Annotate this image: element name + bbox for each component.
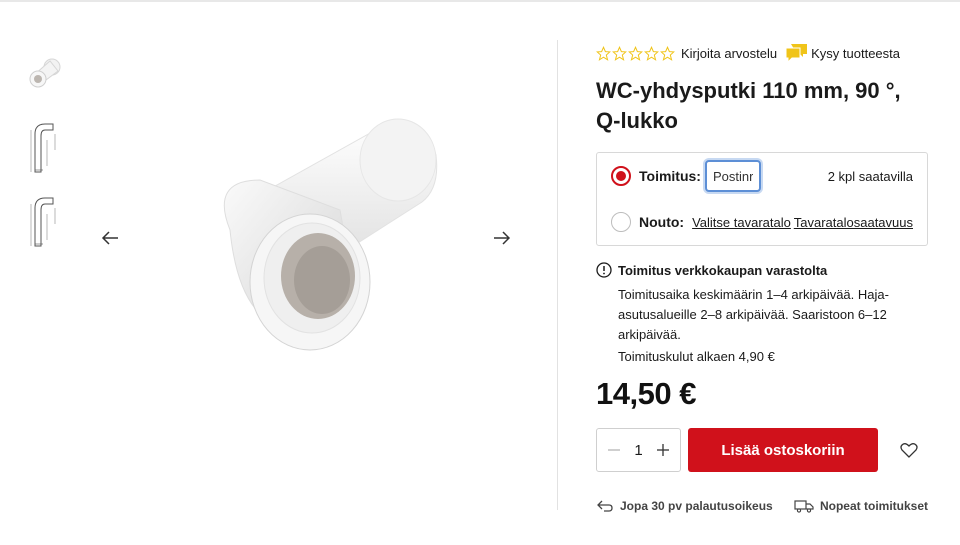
thumbnail-drawing-1[interactable] [22,119,66,175]
quantity-value: 1 [634,441,643,459]
fast-delivery-text: Nopeat toimitukset [819,499,928,513]
choose-store-link[interactable]: Valitse tavaratalo [692,215,791,230]
quantity-stepper[interactable]: 1 [596,428,681,472]
product-image [190,110,440,360]
star-rating[interactable] [596,45,675,61]
thumbnail-list [22,45,68,267]
truck-icon [794,500,814,513]
pickup-radio[interactable] [611,212,631,232]
delivery-info-title: Toimitus verkkokaupan varastolta [618,262,828,278]
pickup-option[interactable]: Nouto: Valitse tavaratalo Tavaratalosaat… [597,199,927,245]
rating-row: Kirjoita arvostelu Kysy tuotteesta [596,40,930,66]
delivery-cost-text: Toimituskulut alkaen 4,90 € [618,349,775,364]
star-empty-icon [644,45,659,61]
star-empty-icon [612,45,627,61]
delivery-info-heading: Toimitus verkkokaupan varastolta [596,262,930,278]
ask-question-label: Kysy tuotteesta [811,45,900,61]
arrow-left-icon[interactable] [98,226,122,250]
delivery-info: Toimitus verkkokaupan varastolta Toimitu… [596,262,930,364]
star-empty-icon [596,45,611,61]
store-stock-link[interactable]: Tavaratalosaatavuus [794,215,913,230]
product-gallery [90,40,520,460]
product-title: WC-yhdysputki 110 mm, 90 °, Q-lukko [596,78,901,133]
buy-row: 1 Lisää ostoskoriin [596,428,930,472]
availability-text: 2 kpl saatavilla [827,168,913,184]
return-arrow-icon [597,500,613,512]
info-alert-icon [596,262,612,278]
returns-text: Jopa 30 pv palautusoikeus [620,499,773,513]
delivery-time-text: Toimitusaika keskimäärin 1–4 arkipäivää.… [618,287,889,342]
shipping-label: Toimitus: [639,168,701,184]
shipping-radio[interactable] [611,166,631,186]
shipping-option[interactable]: Toimitus: 2 kpl saatavilla [597,153,927,199]
product-info-panel: Kirjoita arvostelu Kysy tuotteesta WC-yh… [596,40,930,513]
star-empty-icon [660,45,675,61]
column-divider [557,40,558,510]
thumbnail-drawing-2[interactable] [22,193,66,249]
arrow-right-icon[interactable] [490,226,514,250]
pickup-label: Nouto: [639,214,685,230]
returns-perk: Jopa 30 pv palautusoikeus [596,499,773,513]
write-review-link[interactable]: Kirjoita arvostelu [681,46,777,61]
perks-row: Jopa 30 pv palautusoikeus Nopeat toimitu… [596,499,928,513]
chat-bubble-icon [785,44,808,63]
minus-icon[interactable] [605,441,623,459]
top-border [0,0,960,2]
add-to-cart-button[interactable]: Lisää ostoskoriin [688,428,878,472]
ask-question-link[interactable]: Kysy tuotteesta [785,43,900,63]
thumbnail-photo[interactable] [22,45,66,101]
delivery-options: Toimitus: 2 kpl saatavilla Nouto: Valits… [596,152,928,246]
heart-icon[interactable] [898,439,920,461]
star-empty-icon [628,45,643,61]
product-price: 14,50 € [596,376,696,411]
fast-delivery-perk: Nopeat toimitukset [794,499,928,513]
plus-icon[interactable] [654,441,672,459]
postal-code-input[interactable] [704,160,761,192]
